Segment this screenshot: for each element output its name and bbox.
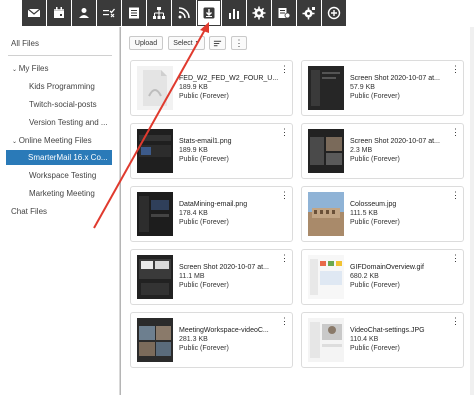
kebab-menu-icon[interactable]: ⋮ (451, 316, 460, 328)
file-visibility: Public (Forever) (350, 93, 400, 100)
file-visibility: Public (Forever) (350, 156, 400, 163)
image-thumbnail (137, 129, 173, 173)
file-card[interactable]: Stats-email1.png 189.9 KB Public (Foreve… (130, 123, 293, 179)
file-visibility: Public (Forever) (179, 156, 229, 163)
file-name[interactable]: GIFDomainOverview.gif (350, 264, 424, 271)
file-visibility: Public (Forever) (350, 282, 400, 289)
sort-button[interactable] (209, 36, 226, 50)
kebab-menu-icon[interactable]: ⋮ (280, 127, 289, 139)
rss-icon[interactable] (172, 0, 196, 26)
calendar-icon[interactable] (47, 0, 71, 26)
file-name[interactable]: VideoChat-settings.JPG (350, 327, 425, 334)
image-thumbnail (308, 66, 344, 110)
sidebar-item-marketing-meeting[interactable]: Marketing Meeting (29, 189, 95, 203)
file-card[interactable]: VideoChat-settings.JPG 110.4 KB Public (… (301, 312, 464, 368)
top-toolbar (0, 0, 474, 27)
file-grid-area: Upload Select ▼ ⋮ FED_W2_FED_W2_FOUR_U...… (121, 27, 474, 395)
file-card[interactable]: MeetingWorkspace-videoC... 281.3 KB Publ… (130, 312, 293, 368)
video-meeting-thumbnail (137, 318, 173, 362)
file-size: 178.4 KB (179, 210, 208, 217)
file-card[interactable]: Screen Shot 2020-10-07 at... 2.3 MB Publ… (301, 123, 464, 179)
notes-icon[interactable] (122, 0, 146, 26)
sidebar-item-version-testing[interactable]: Version Testing and ... (29, 118, 108, 132)
select-dropdown[interactable]: Select ▼ (168, 36, 205, 50)
all-files-link[interactable]: All Files (11, 39, 39, 53)
sidebar-item-twitch-social-posts[interactable]: Twitch-social-posts (29, 100, 97, 114)
upload-button[interactable]: Upload (129, 36, 163, 50)
kebab-menu-icon[interactable]: ⋮ (451, 253, 460, 265)
file-visibility: Public (Forever) (179, 219, 229, 226)
file-visibility: Public (Forever) (350, 219, 400, 226)
image-thumbnail (137, 255, 173, 299)
file-size: 57.9 KB (350, 84, 375, 91)
collapse-caret-icon[interactable]: ⌄ (12, 67, 19, 73)
image-thumbnail (137, 192, 173, 236)
file-card[interactable]: Screen Shot 2020-10-07 at... 11.1 MB Pub… (130, 249, 293, 305)
sidebar-divider (8, 55, 112, 56)
file-size: 2.3 MB (350, 147, 373, 154)
file-name[interactable]: Screen Shot 2020-10-07 at... (350, 75, 440, 82)
reports-icon[interactable] (222, 0, 246, 26)
folder-sidebar: All Files ⌄ My Files Kids Programming Tw… (0, 27, 120, 395)
my-files-folder[interactable]: ⌄ My Files (12, 64, 48, 78)
kebab-menu-icon: ⋮ (234, 37, 244, 48)
contacts-icon[interactable] (72, 0, 96, 26)
file-card[interactable]: DataMining-email.png 178.4 KB Public (Fo… (130, 186, 293, 242)
kebab-menu-icon[interactable]: ⋮ (280, 190, 289, 202)
file-size: 11.1 MB (179, 273, 205, 280)
photo-thumbnail (308, 192, 344, 236)
file-name[interactable]: Colosseum.jpg (350, 201, 396, 208)
more-options-button[interactable]: ⋮ (231, 36, 247, 50)
file-visibility: Public (Forever) (179, 93, 229, 100)
file-card[interactable]: FED_W2_FED_W2_FOUR_U... 189.9 KB Public … (130, 60, 293, 116)
file-visibility: Public (Forever) (350, 345, 400, 352)
file-card[interactable]: GIFDomainOverview.gif 680.2 KB Public (F… (301, 249, 464, 305)
pdf-file-thumbnail (137, 66, 173, 110)
add-icon[interactable] (322, 0, 346, 26)
kebab-menu-icon[interactable]: ⋮ (451, 190, 460, 202)
image-thumbnail (308, 318, 344, 362)
kebab-menu-icon[interactable]: ⋮ (280, 316, 289, 328)
settings-icon[interactable] (247, 0, 271, 26)
collapse-caret-icon[interactable]: ⌄ (12, 139, 19, 145)
file-size: 680.2 KB (350, 273, 379, 280)
chat-files-link[interactable]: Chat Files (11, 207, 47, 221)
kebab-menu-icon[interactable]: ⋮ (451, 127, 460, 139)
file-name[interactable]: Stats-email1.png (179, 138, 232, 145)
file-name[interactable]: Screen Shot 2020-10-07 at... (350, 138, 440, 145)
sidebar-item-kids-programming[interactable]: Kids Programming (29, 82, 95, 96)
kebab-menu-icon[interactable]: ⋮ (451, 64, 460, 76)
online-meeting-files-folder[interactable]: ⌄ Online Meeting Files (12, 136, 92, 150)
sidebar-item-smartermail-selected[interactable]: SmarterMail 16.x Co... (6, 150, 112, 165)
gear-alt-icon[interactable] (297, 0, 321, 26)
network-icon[interactable] (147, 0, 171, 26)
file-visibility: Public (Forever) (179, 345, 229, 352)
sort-icon (213, 40, 222, 46)
caret-down-icon: ▼ (194, 40, 200, 46)
sidebar-item-workspace-testing[interactable]: Workspace Testing (29, 171, 96, 185)
image-thumbnail (308, 255, 344, 299)
main-scrollbar[interactable] (470, 27, 474, 395)
file-size: 281.3 KB (179, 336, 208, 343)
file-card[interactable]: Screen Shot 2020-10-07 at... 57.9 KB Pub… (301, 60, 464, 116)
kebab-menu-icon[interactable]: ⋮ (280, 64, 289, 76)
tasks-icon[interactable] (97, 0, 121, 26)
file-storage-icon[interactable] (197, 0, 221, 26)
mail-icon[interactable] (22, 0, 46, 26)
file-card[interactable]: Colosseum.jpg 111.5 KB Public (Forever) … (301, 186, 464, 242)
file-size: 189.9 KB (179, 84, 208, 91)
file-size: 110.4 KB (350, 336, 379, 343)
file-name[interactable]: Screen Shot 2020-10-07 at... (179, 264, 269, 271)
file-visibility: Public (Forever) (179, 282, 229, 289)
sysadmin-settings-icon[interactable] (272, 0, 296, 26)
file-name[interactable]: FED_W2_FED_W2_FOUR_U... (179, 75, 278, 82)
file-size: 189.9 KB (179, 147, 208, 154)
image-thumbnail (308, 129, 344, 173)
file-name[interactable]: DataMining-email.png (179, 201, 247, 208)
file-size: 111.5 KB (350, 210, 378, 217)
file-name[interactable]: MeetingWorkspace-videoC... (179, 327, 269, 334)
kebab-menu-icon[interactable]: ⋮ (280, 253, 289, 265)
